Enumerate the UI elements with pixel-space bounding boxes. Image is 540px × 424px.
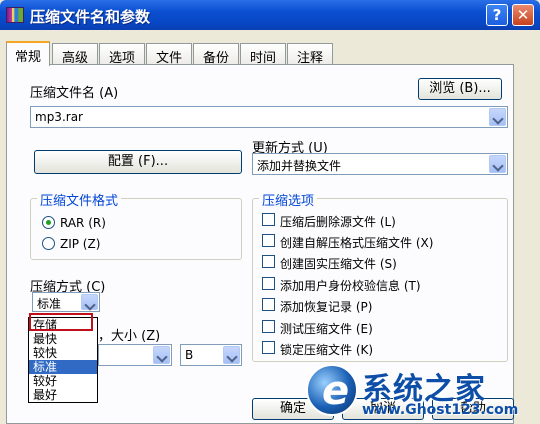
- tab-time[interactable]: 时间: [240, 43, 286, 66]
- lock-checkbox[interactable]: [262, 341, 275, 354]
- chevron-down-icon[interactable]: [489, 108, 506, 126]
- chevron-down-icon[interactable]: [81, 294, 98, 310]
- test-label: 测试压缩文件 (E): [280, 322, 373, 336]
- tab-advanced[interactable]: 高级: [52, 43, 98, 66]
- watermark-url: www.Ghost123.com: [362, 402, 519, 418]
- recovery-checkbox[interactable]: [262, 298, 275, 311]
- chevron-down-icon[interactable]: [489, 155, 506, 173]
- split-unit-combo[interactable]: B: [180, 344, 242, 366]
- auth-checkbox[interactable]: [262, 277, 275, 290]
- delete-source-checkbox[interactable]: [262, 213, 275, 226]
- rar-label: RAR (R): [60, 216, 106, 230]
- list-item[interactable]: 最快: [29, 332, 97, 346]
- close-button[interactable]: ✕: [512, 4, 534, 26]
- highlight-box: [29, 313, 93, 331]
- method-value: 标准: [37, 297, 62, 311]
- archive-name-label: 压缩文件名 (A): [30, 86, 119, 101]
- list-item[interactable]: 较好: [29, 374, 97, 388]
- config-button[interactable]: 配置 (F)...: [34, 150, 242, 174]
- split-size-combo[interactable]: [98, 344, 172, 366]
- sfx-checkbox[interactable]: [262, 234, 275, 247]
- winrar-icon: [6, 7, 24, 23]
- browse-button[interactable]: 浏览 (B)...: [418, 78, 502, 100]
- recovery-label: 添加恢复记录 (P): [280, 300, 373, 314]
- zip-radio[interactable]: [42, 237, 55, 250]
- rar-radio[interactable]: [42, 216, 55, 229]
- tab-general[interactable]: 常规: [6, 41, 50, 66]
- tab-comment[interactable]: 注释: [287, 43, 333, 66]
- watermark: 系统之家 www.Ghost123.com: [300, 360, 540, 424]
- update-mode-value: 添加并替换文件: [257, 159, 342, 173]
- chevron-down-icon[interactable]: [223, 346, 240, 364]
- site-logo-icon: [306, 364, 358, 416]
- tab-backup[interactable]: 备份: [193, 43, 239, 66]
- test-checkbox[interactable]: [262, 320, 275, 333]
- sfx-label: 创建自解压格式压缩文件 (X): [280, 236, 434, 250]
- format-group-title: 压缩文件格式: [37, 190, 122, 209]
- split-unit-value: B: [185, 348, 194, 362]
- method-combo[interactable]: 标准: [32, 292, 100, 312]
- list-item[interactable]: 标准: [29, 360, 97, 374]
- split-size-label: ，大小 (Z): [98, 329, 161, 344]
- archive-name-combo[interactable]: mp3.rar: [30, 106, 508, 128]
- delete-source-label: 压缩后删除源文件 (L): [280, 215, 396, 229]
- update-mode-combo[interactable]: 添加并替换文件: [252, 153, 508, 175]
- title-bar: 压缩文件名和参数 ? ✕: [0, 0, 540, 30]
- chevron-down-icon[interactable]: [153, 346, 170, 364]
- compression-options-title: 压缩选项: [259, 190, 318, 209]
- list-item[interactable]: 最好: [29, 388, 97, 402]
- window-title: 压缩文件名和参数: [30, 8, 151, 26]
- help-title-button[interactable]: ?: [486, 4, 508, 26]
- tab-files[interactable]: 文件: [146, 43, 192, 66]
- solid-checkbox[interactable]: [262, 255, 275, 268]
- tab-options[interactable]: 选项: [99, 43, 145, 66]
- lock-label: 锁定压缩文件 (K): [280, 343, 374, 357]
- zip-label: ZIP (Z): [60, 237, 101, 251]
- solid-label: 创建固实压缩文件 (S): [280, 257, 397, 271]
- auth-label: 添加用户身份校验信息 (T): [280, 279, 421, 293]
- archive-name-value: mp3.rar: [35, 110, 83, 124]
- list-item[interactable]: 较快: [29, 346, 97, 360]
